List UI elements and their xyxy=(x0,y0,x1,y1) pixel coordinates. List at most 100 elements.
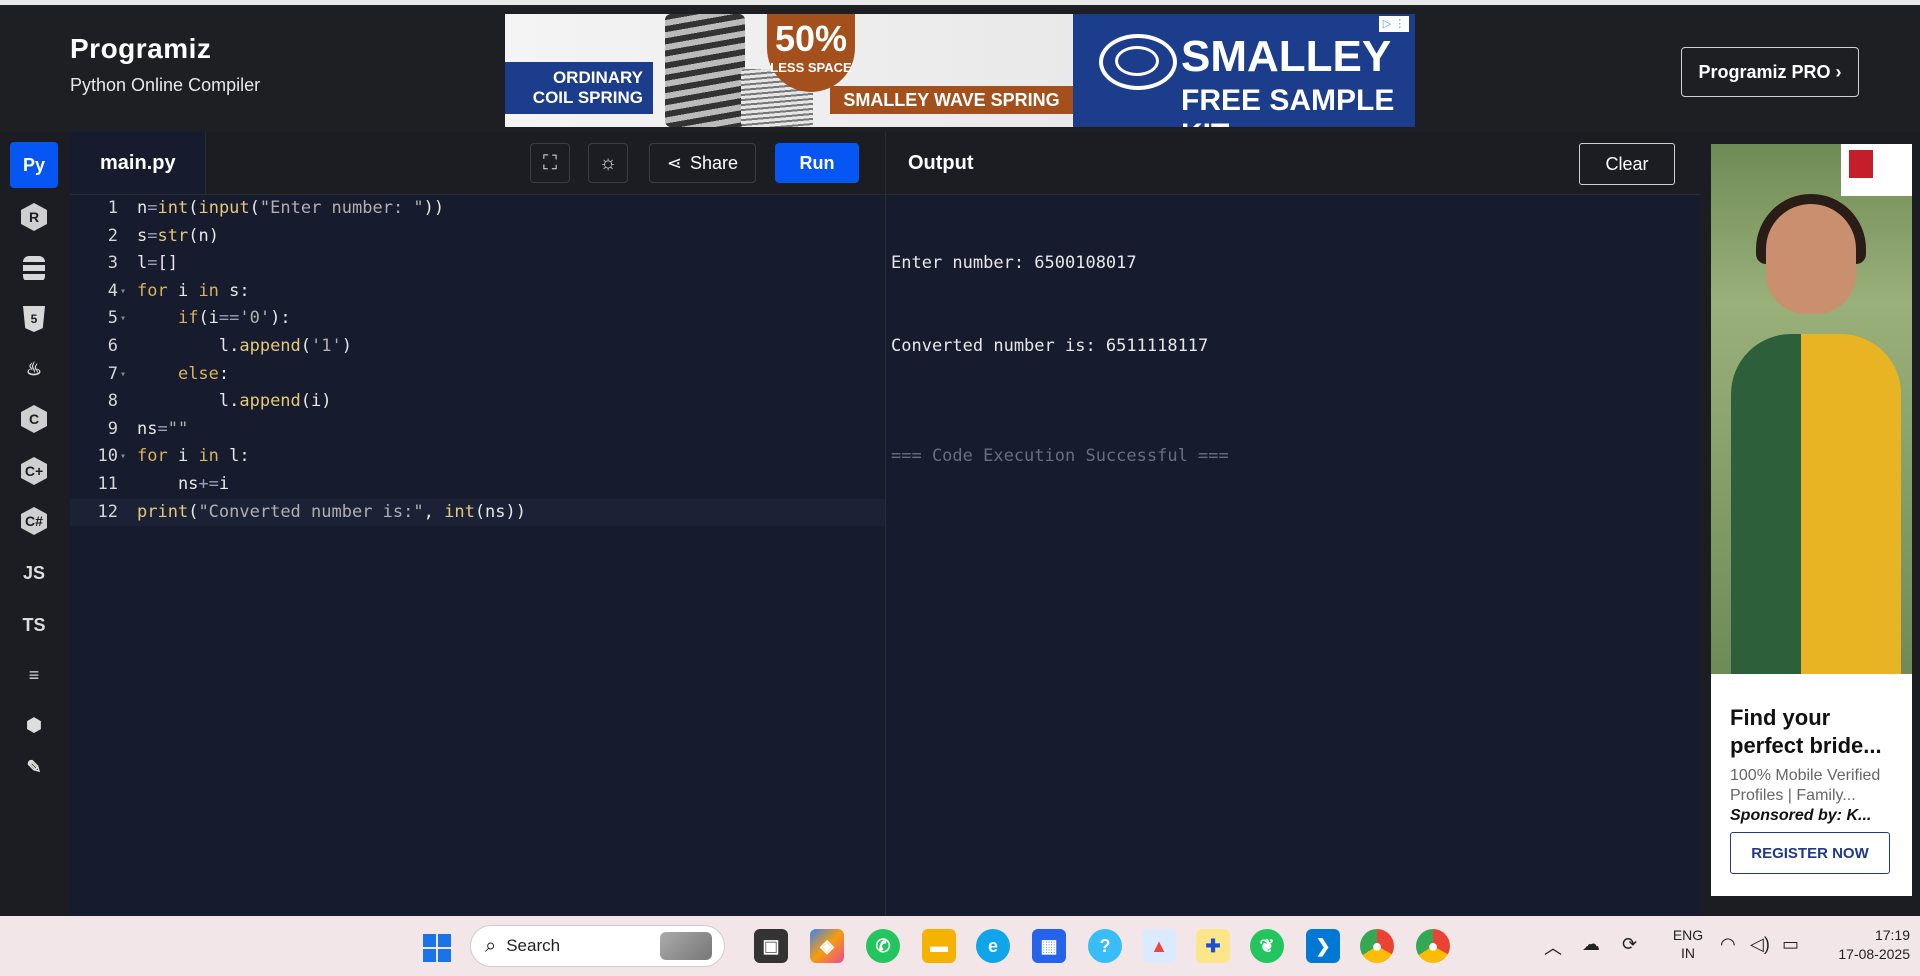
ad-wave-label: SMALLEY WAVE SPRING xyxy=(830,86,1073,114)
fold-chevron-icon[interactable]: ▾ xyxy=(120,361,126,389)
sidebar-item-c[interactable]: C xyxy=(10,396,58,442)
whatsapp-icon[interactable]: ✆ xyxy=(866,929,900,963)
code-area[interactable]: 1 n=int(input("Enter number: ")) 2 s=str(n)… xyxy=(70,195,885,527)
sidebar-item-js[interactable]: JS xyxy=(10,550,58,596)
copilot-icon[interactable]: ◈ xyxy=(810,929,844,963)
register-now-button[interactable]: REGISTER NOW xyxy=(1730,832,1890,874)
spring-tool-icon[interactable]: ❦ xyxy=(1250,929,1284,963)
code-text: l=[] xyxy=(137,253,178,274)
js-icon: JS xyxy=(22,562,46,583)
adchoices-icon[interactable]: ▷ ⋮ xyxy=(1379,16,1409,32)
fold-chevron-icon[interactable]: ▾ xyxy=(120,305,126,333)
code-text: l.append('1') xyxy=(137,335,352,356)
clear-button[interactable]: Clear xyxy=(1579,143,1675,185)
wifi-icon[interactable]: ◠ xyxy=(1720,934,1736,955)
app-icon[interactable]: ✚ xyxy=(1196,929,1230,963)
r-icon: R xyxy=(21,203,47,231)
code-text: print("Converted number is:", int(ns)) xyxy=(137,501,526,522)
theme-toggle-button[interactable]: ☼ xyxy=(588,143,628,183)
code-line[interactable]: 7 ▾ else: xyxy=(70,361,885,389)
battery-icon[interactable]: ▭ xyxy=(1782,934,1799,955)
sync-icon[interactable]: ⟳ xyxy=(1622,934,1637,955)
vscode-icon[interactable]: ❯ xyxy=(1306,929,1340,963)
c-icon: C xyxy=(21,405,47,433)
line-number: 4 xyxy=(107,280,118,301)
sidebar-item-java[interactable]: ♨ xyxy=(10,346,58,392)
file-tab-main-py[interactable]: main.py xyxy=(70,132,206,194)
sun-icon: ☼ xyxy=(598,151,618,174)
code-line[interactable]: 2 s=str(n) xyxy=(70,223,885,251)
code-line[interactable]: 4 ▾ for i in s: xyxy=(70,278,885,306)
system-clock[interactable]: 17:19 17-08-2025 xyxy=(1810,926,1910,964)
sidebar-item-go[interactable]: ≡ xyxy=(10,652,58,698)
code-line[interactable]: 8 l.append(i) xyxy=(70,388,885,416)
ad-headline: Find your perfect bride... xyxy=(1730,705,1882,758)
code-editor: main.py ⛶ ☼ ⋖ Share Run 1 n=int(input("En… xyxy=(70,132,885,916)
windows-start-icon[interactable] xyxy=(423,934,451,962)
line-number: 7 xyxy=(107,363,118,384)
code-text: ns+=i xyxy=(137,473,230,494)
kalyan-logo xyxy=(1841,144,1912,196)
code-line[interactable]: 3 l=[] xyxy=(70,250,885,278)
edge-icon[interactable]: e xyxy=(976,929,1010,963)
language-indicator[interactable]: ENG IN xyxy=(1666,926,1710,962)
sidebar-item-r[interactable]: R xyxy=(10,194,58,240)
ad-cta: FREE SAMPLE KIT xyxy=(1181,84,1395,127)
matlab-icon[interactable]: ▲ xyxy=(1142,929,1176,963)
taskbar-search[interactable]: ⌕ Search xyxy=(470,925,725,967)
file-explorer-icon[interactable]: ▬ xyxy=(922,929,956,963)
sidebar-item-more[interactable]: ✎ xyxy=(10,744,58,790)
sidebar-item-html[interactable]: 5 xyxy=(10,296,58,342)
windows-taskbar: ⌕ Search ▣ ◈ ✆ ▬ e ▦ ? ▲ ✚ ❦ ❯ ● ● ︿ ☁ ⟳… xyxy=(0,916,1920,976)
chevron-up-icon[interactable]: ︿ xyxy=(1544,934,1562,960)
share-button[interactable]: ⋖ Share xyxy=(649,143,756,183)
top-banner-ad[interactable]: ORDINARY COIL SPRING 50% LESS SPACE SMALL… xyxy=(505,14,1415,127)
fold-chevron-icon[interactable]: ▾ xyxy=(120,443,126,471)
code-text: else: xyxy=(177,363,230,384)
sidebar-item-ts[interactable]: TS xyxy=(10,602,58,648)
coil-spring-image xyxy=(665,14,745,127)
task-view-icon[interactable]: ▣ xyxy=(754,929,788,963)
run-button[interactable]: Run xyxy=(775,143,859,183)
search-icon: ⌕ xyxy=(485,934,497,957)
ts-icon: TS xyxy=(22,614,46,635)
sidebar-item-csharp[interactable]: C# xyxy=(10,498,58,544)
share-icon: ⋖ xyxy=(666,152,683,173)
programiz-logo[interactable]: Programiz Python Online Compiler xyxy=(70,33,260,96)
code-line[interactable]: 12 print("Converted number is:", int(ns)) xyxy=(70,498,885,527)
code-line[interactable]: 10 ▾ for i in l: xyxy=(70,443,885,471)
sidebar-item-cpp[interactable]: C+ xyxy=(10,448,58,494)
line-number: 9 xyxy=(107,418,118,439)
sidebar-item-sql[interactable] xyxy=(10,246,58,292)
programiz-pro-button[interactable]: Programiz PRO › xyxy=(1681,47,1859,97)
fullscreen-button[interactable]: ⛶ xyxy=(530,143,570,183)
php-icon: ⬢ xyxy=(26,714,42,735)
line-number: 10 xyxy=(97,446,118,467)
onedrive-icon[interactable]: ☁ xyxy=(1582,934,1600,955)
chrome-profile-l-icon[interactable]: ● xyxy=(1416,929,1450,963)
brand-name: Programiz xyxy=(70,33,212,64)
sidebar-item-php[interactable]: ⬢ xyxy=(10,702,58,748)
code-text: if(i=='0'): xyxy=(177,308,291,329)
output-title: Output xyxy=(908,152,974,174)
fold-chevron-icon[interactable]: ▾ xyxy=(120,278,126,306)
line-number: 2 xyxy=(107,225,118,246)
code-line[interactable]: 1 n=int(input("Enter number: ")) xyxy=(70,195,885,223)
line-number: 1 xyxy=(107,198,118,218)
output-header: Output Clear xyxy=(886,132,1701,195)
microsoft-store-icon[interactable]: ▦ xyxy=(1032,929,1066,963)
code-line[interactable]: 6 l.append('1') xyxy=(70,333,885,361)
output-line: Converted number is: 6511118117 xyxy=(891,335,1209,356)
code-line[interactable]: 11 ns+=i xyxy=(70,471,885,499)
search-highlight-image xyxy=(660,932,712,960)
ad-sponsor: Sponsored by: K... xyxy=(1730,807,1872,824)
code-line[interactable]: 5 ▾ if(i=='0'): xyxy=(70,305,885,333)
code-line[interactable]: 9 ns="" xyxy=(70,416,885,444)
sidebar-item-python[interactable]: Py xyxy=(10,142,58,188)
volume-icon[interactable]: ◁) xyxy=(1750,934,1770,955)
matrimony-ad-card[interactable]: Find your perfect bride... 100% Mobile V… xyxy=(1711,144,1912,896)
code-text: s=str(n) xyxy=(137,225,219,246)
editor-toolbar: main.py ⛶ ☼ ⋖ Share Run xyxy=(70,132,885,195)
chrome-profile-p-icon[interactable]: ● xyxy=(1360,929,1394,963)
help-icon[interactable]: ? xyxy=(1088,929,1122,963)
